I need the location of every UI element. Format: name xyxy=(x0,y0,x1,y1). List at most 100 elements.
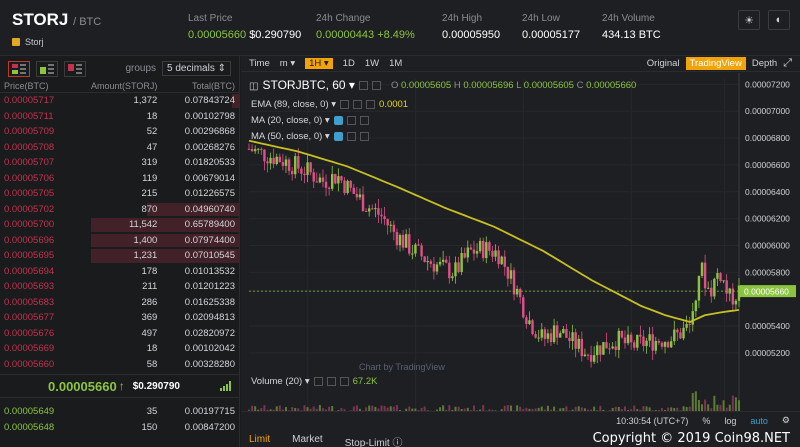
depth-tab[interactable]: Depth xyxy=(752,58,777,69)
price-chart[interactable]: 0.00007200 0.00007000 0.00006800 0.00006600… xyxy=(241,73,800,447)
ask-row[interactable]: 0.00005695 1,231 0.07010545 xyxy=(0,248,239,264)
ask-total: 0.00679014 xyxy=(184,172,235,184)
candle-body xyxy=(426,261,429,263)
chart-panel: Time m ▾ 1H ▾ 1D 1W 1M Original TradingV… xyxy=(241,56,800,447)
interval-1m-button[interactable]: 1M xyxy=(389,58,402,69)
fullscreen-icon[interactable]: ⤢ xyxy=(783,57,792,70)
candle-body xyxy=(392,224,396,232)
ma20-close-icon[interactable] xyxy=(359,116,369,125)
candle-body xyxy=(734,300,738,305)
current-price-tag-label: 0.00005660 xyxy=(744,287,789,297)
ask-amount: 215 xyxy=(141,188,158,200)
candle-body xyxy=(626,334,630,344)
candle-body xyxy=(281,162,285,166)
ask-row[interactable]: 0.00005694 178 0.01013532 xyxy=(0,264,239,280)
candle-body xyxy=(703,262,707,289)
volume-settings-icon[interactable] xyxy=(326,377,336,386)
log-scale-button[interactable]: log xyxy=(724,416,736,426)
ask-amount: 52 xyxy=(146,126,158,138)
candle-body xyxy=(386,219,389,226)
last-price-label: Last Price xyxy=(188,13,233,24)
tab-limit[interactable]: Limit xyxy=(249,434,270,447)
tab-market[interactable]: Market xyxy=(292,434,323,447)
candle-body xyxy=(420,245,423,257)
candle-body xyxy=(269,157,272,164)
ma50-settings-icon[interactable] xyxy=(346,132,356,141)
ema-settings-icon[interactable] xyxy=(353,100,363,109)
ma50-close-icon[interactable] xyxy=(359,132,369,141)
view-asks-icon[interactable] xyxy=(64,60,86,77)
ask-row[interactable]: 0.00005717 1,372 0.07843724 xyxy=(0,93,239,109)
ask-row[interactable]: 0.00005705 215 0.01226575 xyxy=(0,186,239,202)
ask-row[interactable]: 0.00005676 497 0.02820972 xyxy=(0,326,239,342)
ask-row[interactable]: 0.00005702 870 0.04960740 xyxy=(0,202,239,218)
close-box-icon[interactable] xyxy=(371,80,381,90)
ask-row[interactable]: 0.00005683 286 0.01625338 xyxy=(0,295,239,311)
ask-row[interactable]: 0.00005696 1,400 0.07974400 xyxy=(0,233,239,249)
candle-body xyxy=(395,231,399,246)
ask-row[interactable]: 0.00005707 319 0.01820533 xyxy=(0,155,239,171)
candle-body xyxy=(466,247,470,258)
percent-scale-button[interactable]: % xyxy=(702,416,710,426)
ema-eye-icon[interactable] xyxy=(340,100,350,109)
candle-body xyxy=(574,332,577,349)
tradingview-tab[interactable]: TradingView xyxy=(685,57,746,70)
chart-symbol[interactable]: STORJBTC, 60 ▾ xyxy=(262,78,355,92)
ema-close-icon[interactable] xyxy=(366,100,376,109)
candle-body xyxy=(475,251,479,254)
candle-body xyxy=(494,250,497,257)
bid-price: 0.00005648 xyxy=(4,421,55,433)
interval-1w-button[interactable]: 1W xyxy=(365,58,379,69)
ask-total: 0.02820972 xyxy=(184,327,235,339)
ask-row[interactable]: 0.00005677 369 0.02094813 xyxy=(0,310,239,326)
original-tab[interactable]: Original xyxy=(647,58,680,69)
tab-stop-limit[interactable]: Stop-Limit ⓘ xyxy=(345,434,403,447)
auto-scale-button[interactable]: auto xyxy=(750,416,768,426)
ask-row[interactable]: 0.00005693 211 0.01201223 xyxy=(0,279,239,295)
ask-row[interactable]: 0.00005669 18 0.00102042 xyxy=(0,341,239,357)
ask-row[interactable]: 0.00005700 11,542 0.65789400 xyxy=(0,217,239,233)
ask-row[interactable]: 0.00005709 52 0.00296868 xyxy=(0,124,239,140)
volume-eye-icon[interactable] xyxy=(313,377,323,386)
minutes-select[interactable]: m ▾ xyxy=(280,58,295,69)
ma20-settings-icon[interactable] xyxy=(346,116,356,125)
settings-box-icon[interactable] xyxy=(358,80,368,90)
candle-body xyxy=(272,157,275,164)
candle-body xyxy=(713,278,716,297)
candle-body xyxy=(414,244,417,254)
ask-price: 0.00005695 xyxy=(4,250,55,262)
interval-1d-button[interactable]: 1D xyxy=(343,58,355,69)
ask-row[interactable]: 0.00005706 119 0.00679014 xyxy=(0,171,239,187)
candle-body xyxy=(497,250,500,265)
ask-row[interactable]: 0.00005711 18 0.00102798 xyxy=(0,109,239,125)
volume-value: 67.2K xyxy=(352,376,378,387)
ema-label[interactable]: EMA (89, close, 0) ▾ xyxy=(251,99,336,110)
ma50-legend: MA (50, close, 0) ▾ xyxy=(251,131,369,142)
interval-1h-button[interactable]: 1H ▾ xyxy=(305,58,333,69)
ma20-eye-icon[interactable] xyxy=(333,116,343,125)
volume-label[interactable]: Volume (20) ▾ xyxy=(251,376,310,387)
groups-select[interactable]: 5 decimals ⇕ xyxy=(162,61,231,76)
clock-label: 10:30:54 (UTC+7) xyxy=(616,415,689,426)
ask-row[interactable]: 0.00005708 47 0.00268276 xyxy=(0,140,239,156)
chart-svg[interactable]: 0.00007200 0.00007000 0.00006800 0.00006600… xyxy=(241,73,800,447)
view-bids-icon[interactable] xyxy=(36,60,58,77)
ma20-label[interactable]: MA (20, close, 0) ▾ xyxy=(251,115,330,126)
ask-row[interactable]: 0.00005660 58 0.00328280 xyxy=(0,357,239,373)
ma50-label[interactable]: MA (50, close, 0) ▾ xyxy=(251,131,330,142)
candle-body xyxy=(401,234,405,248)
bid-row[interactable]: 0.00005649 35 0.00197715 xyxy=(0,404,239,420)
light-theme-icon[interactable]: ☀ xyxy=(738,10,760,30)
bid-row[interactable]: 0.00005648 150 0.00847200 xyxy=(0,420,239,436)
ma50-eye-icon[interactable] xyxy=(333,132,343,141)
ask-amount: 319 xyxy=(141,157,158,169)
dark-theme-icon[interactable]: ◐ xyxy=(768,10,790,30)
high-label: H xyxy=(453,79,461,91)
ask-amount: 47 xyxy=(146,141,158,153)
volume-close-icon[interactable] xyxy=(339,377,349,386)
candle-body xyxy=(583,354,587,357)
view-both-icon[interactable] xyxy=(8,60,30,77)
low-label: 24h Low xyxy=(522,13,560,24)
gear-icon[interactable]: ⚙ xyxy=(782,415,790,426)
ask-total: 0.04960740 xyxy=(184,203,235,215)
